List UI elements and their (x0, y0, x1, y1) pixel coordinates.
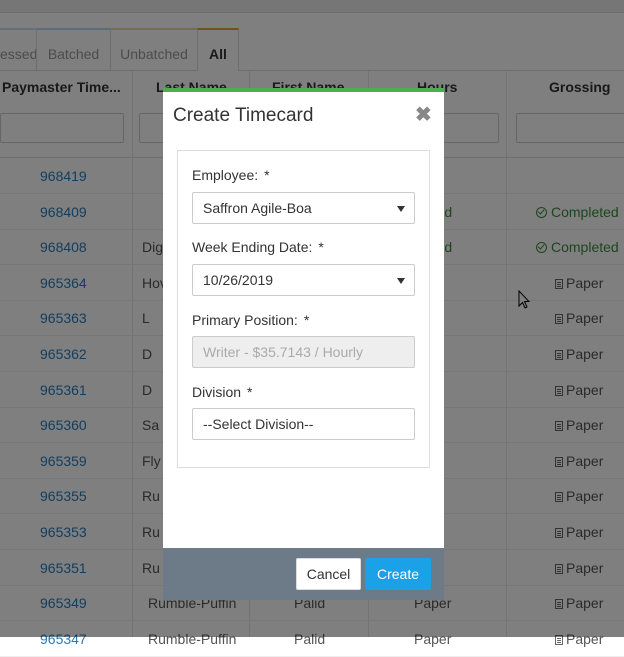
week-ending-date-select[interactable]: 10/26/2019 (192, 264, 415, 296)
caret-down-icon (397, 206, 405, 212)
week-ending-date-label: Week Ending Date: * (192, 239, 324, 255)
close-icon[interactable]: ✖ (415, 102, 432, 127)
create-button[interactable]: Create (365, 558, 431, 590)
modal-title: Create Timecard (173, 105, 314, 126)
caret-down-icon (397, 278, 405, 284)
primary-position-field: Writer - $35.7143 / Hourly (192, 336, 415, 368)
cancel-button[interactable]: Cancel (296, 558, 361, 590)
employee-label: Employee: * (192, 167, 270, 183)
division-select[interactable]: --Select Division-- (192, 408, 415, 440)
division-select-value: --Select Division-- (203, 416, 314, 432)
employee-select-value: Saffron Agile-Boa (203, 200, 312, 216)
primary-position-value: Writer - $35.7143 / Hourly (203, 344, 364, 360)
form-panel: Employee: * Saffron Agile-Boa Week Ending… (177, 150, 430, 468)
modal-footer: Cancel Create (163, 548, 444, 600)
employee-select[interactable]: Saffron Agile-Boa (192, 192, 415, 224)
create-timecard-modal: Create Timecard ✖ Employee: * Saffron Agi… (163, 88, 444, 600)
primary-position-label: Primary Position: * (192, 312, 310, 328)
division-label: Division * (192, 384, 253, 400)
week-ending-date-value: 10/26/2019 (203, 272, 274, 288)
